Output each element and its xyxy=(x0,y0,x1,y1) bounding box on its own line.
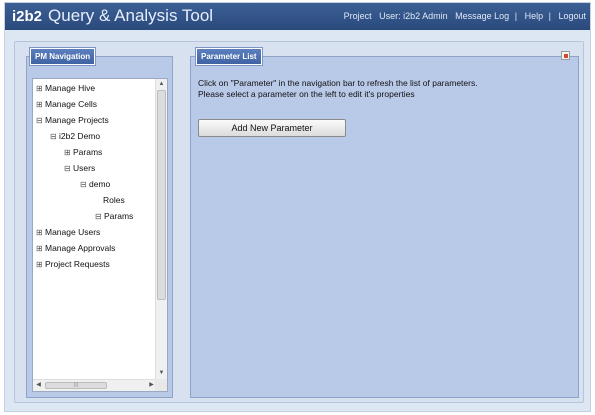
parameter-list-panel: Parameter List Click on "Parameter" in t… xyxy=(190,47,579,398)
tree-item-i2b2-demo[interactable]: ⊟ i2b2 Demo xyxy=(50,130,100,143)
instruction-select: Please select a parameter on the left to… xyxy=(198,89,415,99)
expand-icon[interactable]: ⊞ xyxy=(36,227,45,239)
instruction-refresh: Click on "Parameter" in the navigation b… xyxy=(198,78,478,88)
tree-item-label: demo xyxy=(89,179,111,189)
tree-item-project-params[interactable]: ⊞ Params xyxy=(64,146,102,159)
scroll-down-icon[interactable]: ▼ xyxy=(156,368,167,379)
tree-item-project-requests[interactable]: ⊞ Project Requests xyxy=(36,258,110,271)
tree-item-label: Manage Approvals xyxy=(45,243,116,253)
tree-item-label: Params xyxy=(73,147,103,157)
tree-item-manage-approvals[interactable]: ⊞ Manage Approvals xyxy=(36,242,115,255)
scroll-up-icon[interactable]: ▲ xyxy=(156,79,167,90)
horizontal-scrollbar[interactable]: ◀ ||| ▶ xyxy=(33,379,157,391)
tree-item-label: Manage Hive xyxy=(45,83,96,93)
navigation-tree: ⊞ Manage Hive ⊞ Manage Cells ⊟ Manage Proje… xyxy=(33,79,157,379)
expand-icon[interactable]: ⊞ xyxy=(36,243,45,255)
user-link[interactable]: User: i2b2 Admin xyxy=(379,11,448,21)
tree-item-label: Project Requests xyxy=(45,259,110,269)
tree-item-manage-hive[interactable]: ⊞ Manage Hive xyxy=(36,82,95,95)
logout-link[interactable]: Logout xyxy=(558,11,586,21)
collapse-icon[interactable]: ⊟ xyxy=(50,131,59,143)
expand-icon[interactable]: ⊞ xyxy=(36,99,45,111)
parameter-list-tab[interactable]: Parameter List xyxy=(195,47,263,66)
expand-icon[interactable]: ⊞ xyxy=(36,83,45,95)
nav-separator: | xyxy=(548,11,551,21)
app-title: Query & Analysis Tool xyxy=(48,6,214,25)
tree-item-manage-cells[interactable]: ⊞ Manage Cells xyxy=(36,98,97,111)
vertical-scrollbar[interactable]: ▲ ▼ xyxy=(155,79,167,379)
instructions: Click on "Parameter" in the navigation b… xyxy=(198,78,573,100)
tree-item-label: Manage Projects xyxy=(45,115,109,125)
scrollbar-corner xyxy=(155,379,167,391)
help-link[interactable]: Help xyxy=(525,11,544,21)
tree-item-manage-projects[interactable]: ⊟ Manage Projects xyxy=(36,114,109,127)
i2b2-logo: i2b2 xyxy=(12,8,43,25)
tree-item-label: Users xyxy=(73,163,96,173)
app-brand: i2b2 Query & Analysis Tool xyxy=(12,7,213,26)
collapse-icon[interactable]: ⊟ xyxy=(36,115,45,127)
app-header: i2b2 Query & Analysis Tool Project User: … xyxy=(5,3,590,30)
vertical-scroll-thumb[interactable] xyxy=(157,90,166,300)
scroll-left-icon[interactable]: ◀ xyxy=(33,380,44,391)
panel-options-icon[interactable] xyxy=(561,51,570,60)
tree-item-users[interactable]: ⊟ Users xyxy=(64,162,95,175)
expand-icon[interactable]: ⊞ xyxy=(64,147,73,159)
collapse-icon[interactable]: ⊟ xyxy=(64,163,73,175)
collapse-icon[interactable]: ⊟ xyxy=(80,179,89,191)
message-log-link[interactable]: Message Log xyxy=(455,11,509,21)
nav-separator: | xyxy=(514,11,518,21)
tree-item-roles[interactable]: Roles xyxy=(103,194,125,206)
project-link[interactable]: Project xyxy=(344,11,372,21)
pm-navigation-tab[interactable]: PM Navigation xyxy=(28,47,97,66)
expand-icon[interactable]: ⊞ xyxy=(36,259,45,271)
top-nav: Project User: i2b2 Admin Message Log | H… xyxy=(339,11,586,21)
tree-item-label: Roles xyxy=(103,195,125,205)
tree-item-label: Manage Cells xyxy=(45,99,97,109)
tree-item-label: Params xyxy=(104,211,134,221)
tree-item-manage-users[interactable]: ⊞ Manage Users xyxy=(36,226,100,239)
horizontal-scroll-thumb[interactable]: ||| xyxy=(45,382,107,389)
collapse-icon[interactable]: ⊟ xyxy=(95,211,104,223)
app-window: i2b2 Query & Analysis Tool Project User: … xyxy=(4,2,591,412)
tree-item-label: Manage Users xyxy=(45,227,101,237)
navigation-tree-container: ⊞ Manage Hive ⊞ Manage Cells ⊟ Manage Proje… xyxy=(32,78,168,392)
add-new-parameter-button[interactable]: Add New Parameter xyxy=(198,119,346,137)
tree-item-demo-user[interactable]: ⊟ demo xyxy=(80,178,110,191)
pm-navigation-panel: PM Navigation ⊞ Manage Hive ⊞ Manage Cells… xyxy=(26,47,173,398)
tree-item-label: i2b2 Demo xyxy=(59,131,101,141)
tree-item-user-params[interactable]: ⊟ Params xyxy=(95,210,133,223)
main-area: PM Navigation ⊞ Manage Hive ⊞ Manage Cells… xyxy=(14,41,584,403)
